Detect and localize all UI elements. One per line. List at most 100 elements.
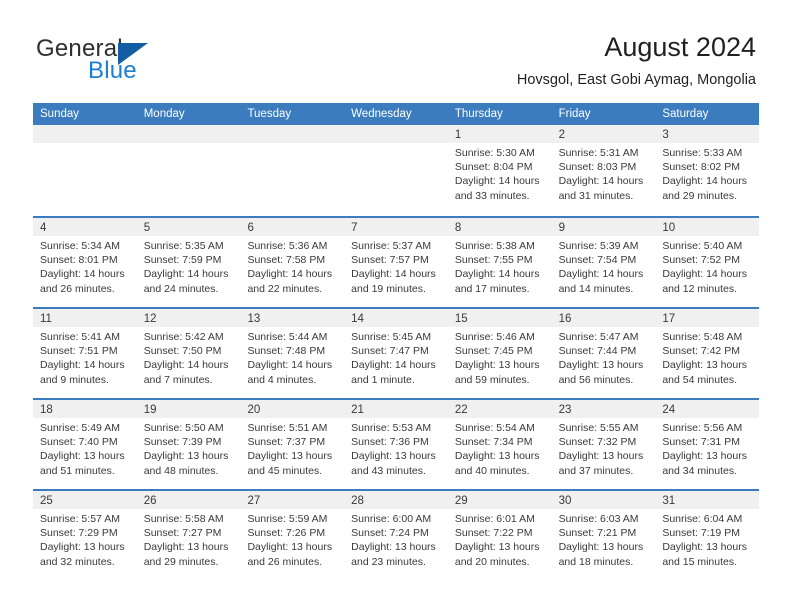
calendar-day-cell[interactable]: 27 Sunrise: 5:59 AM Sunset: 7:26 PM Dayligh… [240,491,345,580]
day-details: Sunrise: 6:00 AM Sunset: 7:24 PM Daylight:… [344,509,448,569]
day-detail-line: Sunset: 8:02 PM [662,161,740,174]
day-detail-line: Sunrise: 5:47 AM [558,331,639,343]
day-details: Sunrise: 6:03 AM Sunset: 7:21 PM Daylight:… [552,509,656,569]
day-details: Sunrise: 5:58 AM Sunset: 7:27 PM Daylight:… [137,509,241,569]
calendar-day-cell[interactable]: 12 Sunrise: 5:42 AM Sunset: 7:50 PM Dayligh… [136,309,241,398]
day-number-band: 8 [447,218,552,236]
calendar-day-cell[interactable]: 9 Sunrise: 5:39 AM Sunset: 7:54 PM Daylight… [551,218,656,307]
calendar-day-cell[interactable]: 14 Sunrise: 5:45 AM Sunset: 7:47 PM Dayligh… [344,309,448,398]
day-detail-line: Daylight: 14 hours [351,359,436,372]
day-number-band: 11 [33,309,137,327]
calendar-day-cell[interactable]: 25 Sunrise: 5:57 AM Sunset: 7:29 PM Dayligh… [33,491,137,580]
day-detail-line: Sunset: 7:55 PM [454,254,533,267]
day-detail-line: Sunset: 7:39 PM [143,436,222,449]
calendar-day-cell[interactable]: 6 Sunrise: 5:36 AM Sunset: 7:58 PM Daylight… [240,218,345,307]
calendar-day-cell[interactable]: 26 Sunrise: 5:58 AM Sunset: 7:27 PM Dayligh… [136,491,241,580]
calendar-day-cell[interactable]: 16 Sunrise: 5:47 AM Sunset: 7:44 PM Dayligh… [551,309,656,398]
day-details: Sunrise: 5:39 AM Sunset: 7:54 PM Daylight:… [552,236,656,296]
day-number-band: 31 [655,491,760,509]
weekday-header-saturday: Saturday [662,108,709,120]
day-detail-line: Sunset: 7:54 PM [558,254,637,267]
day-detail-line: Sunrise: 5:39 AM [558,240,639,252]
calendar-day-cell[interactable]: 23 Sunrise: 5:55 AM Sunset: 7:32 PM Dayligh… [551,400,656,489]
calendar-week-row: 11 Sunrise: 5:41 AM Sunset: 7:51 PM Dayligh… [33,307,760,398]
calendar-day-cell[interactable]: 21 Sunrise: 5:53 AM Sunset: 7:36 PM Dayligh… [344,400,448,489]
day-number: 10 [662,222,676,234]
day-detail-line: and 9 minutes. [40,373,109,386]
day-details: Sunrise: 5:48 AM Sunset: 7:42 PM Daylight:… [655,327,759,387]
day-number: 1 [454,129,462,141]
day-number: 3 [662,129,669,141]
calendar-week-row: 18 Sunrise: 5:49 AM Sunset: 7:40 PM Dayligh… [33,398,760,489]
day-number-band: 18 [33,400,137,418]
day-detail-line: and 26 minutes. [247,555,323,568]
calendar-day-cell[interactable]: 22 Sunrise: 5:54 AM Sunset: 7:34 PM Dayligh… [447,400,552,489]
calendar-day-cell[interactable]: 28 Sunrise: 6:00 AM Sunset: 7:24 PM Dayligh… [344,491,448,580]
day-detail-line: and 17 minutes. [454,282,530,295]
day-details: Sunrise: 5:45 AM Sunset: 7:47 PM Daylight:… [344,327,448,387]
calendar-day-cell[interactable]: 3 Sunrise: 5:33 AM Sunset: 8:02 PM Daylight… [655,125,760,216]
page-title: August 2024 [604,32,756,62]
day-detail-line: Daylight: 14 hours [40,359,125,372]
day-number: 29 [454,495,468,507]
day-detail-line: Sunset: 7:31 PM [662,436,740,449]
day-detail-line: Daylight: 14 hours [454,175,540,188]
logo-text-blue: Blue [88,57,137,84]
day-number: 21 [351,404,364,416]
day-detail-line: and 14 minutes. [558,282,634,295]
day-detail-line: Sunset: 7:51 PM [40,345,118,358]
day-detail-line: and 19 minutes. [351,282,426,295]
calendar-day-cell[interactable]: 8 Sunrise: 5:38 AM Sunset: 7:55 PM Daylight… [447,218,552,307]
day-details: Sunrise: 5:34 AM Sunset: 8:01 PM Daylight:… [33,236,137,296]
calendar-day-cell[interactable]: 29 Sunrise: 6:01 AM Sunset: 7:22 PM Dayligh… [447,491,552,580]
calendar-day-cell[interactable]: 11 Sunrise: 5:41 AM Sunset: 7:51 PM Dayligh… [33,309,137,398]
day-detail-line: Sunrise: 5:37 AM [351,240,432,252]
day-detail-line: Sunset: 7:24 PM [351,527,429,540]
calendar-day-cell[interactable]: 31 Sunrise: 6:04 AM Sunset: 7:19 PM Dayligh… [655,491,760,580]
day-detail-line: and 1 minute. [351,373,415,386]
calendar-day-cell[interactable]: 7 Sunrise: 5:37 AM Sunset: 7:57 PM Daylight… [344,218,448,307]
day-number-band: 21 [344,400,448,418]
day-detail-line: Sunrise: 5:59 AM [247,513,328,525]
day-detail-line: Sunrise: 5:42 AM [143,331,224,343]
calendar-day-cell[interactable]: 17 Sunrise: 5:48 AM Sunset: 7:42 PM Dayligh… [655,309,760,398]
day-detail-line: and 40 minutes. [454,464,530,477]
day-detail-line: Sunrise: 5:48 AM [662,331,743,343]
day-number-band: 6 [240,218,345,236]
day-number-band: 9 [551,218,656,236]
calendar-day-cell[interactable]: 2 Sunrise: 5:31 AM Sunset: 8:03 PM Daylight… [551,125,656,216]
calendar-day-cell[interactable]: 24 Sunrise: 5:56 AM Sunset: 7:31 PM Dayligh… [655,400,760,489]
day-number-band: 29 [447,491,552,509]
day-detail-line: Sunset: 7:37 PM [247,436,326,449]
day-detail-line: Sunrise: 5:30 AM [454,147,535,159]
calendar-day-cell-empty [136,125,241,216]
calendar-day-cell[interactable]: 18 Sunrise: 5:49 AM Sunset: 7:40 PM Dayligh… [33,400,137,489]
day-details: Sunrise: 5:59 AM Sunset: 7:26 PM Daylight:… [240,509,344,569]
day-number: 28 [351,495,364,507]
calendar-day-cell[interactable]: 13 Sunrise: 5:44 AM Sunset: 7:48 PM Dayligh… [240,309,345,398]
day-details: Sunrise: 5:57 AM Sunset: 7:29 PM Daylight:… [33,509,137,569]
general-blue-logo[interactable]: General Blue [36,36,276,88]
calendar-day-cell[interactable]: 5 Sunrise: 5:35 AM Sunset: 7:59 PM Daylight… [136,218,241,307]
day-detail-line: and 22 minutes. [247,282,323,295]
calendar-week-row: 4 Sunrise: 5:34 AM Sunset: 8:01 PM Daylight… [33,216,760,307]
calendar-day-cell-empty [240,125,345,216]
day-detail-line: Sunrise: 6:04 AM [662,513,743,525]
day-detail-line: Sunset: 7:48 PM [247,345,326,358]
day-details: Sunrise: 5:44 AM Sunset: 7:48 PM Daylight:… [240,327,344,387]
day-detail-line: Daylight: 13 hours [662,450,747,463]
calendar-day-cell[interactable]: 15 Sunrise: 5:46 AM Sunset: 7:45 PM Dayligh… [447,309,552,398]
day-details: Sunrise: 5:35 AM Sunset: 7:59 PM Daylight:… [137,236,241,296]
calendar-day-cell[interactable]: 20 Sunrise: 5:51 AM Sunset: 7:37 PM Dayligh… [240,400,345,489]
calendar-day-cell[interactable]: 1 Sunrise: 5:30 AM Sunset: 8:04 PM Daylight… [447,125,552,216]
calendar-day-cell[interactable]: 30 Sunrise: 6:03 AM Sunset: 7:21 PM Dayligh… [551,491,656,580]
day-detail-line: and 24 minutes. [143,282,219,295]
day-number: 30 [558,495,572,507]
calendar-day-cell[interactable]: 4 Sunrise: 5:34 AM Sunset: 8:01 PM Daylight… [33,218,137,307]
day-detail-line: Sunrise: 5:58 AM [143,513,224,525]
calendar-day-cell[interactable]: 19 Sunrise: 5:50 AM Sunset: 7:39 PM Dayligh… [136,400,241,489]
day-detail-line: Daylight: 13 hours [143,541,229,554]
day-number-band [344,125,448,143]
day-number: 8 [454,222,462,234]
calendar-day-cell[interactable]: 10 Sunrise: 5:40 AM Sunset: 7:52 PM Dayligh… [655,218,760,307]
